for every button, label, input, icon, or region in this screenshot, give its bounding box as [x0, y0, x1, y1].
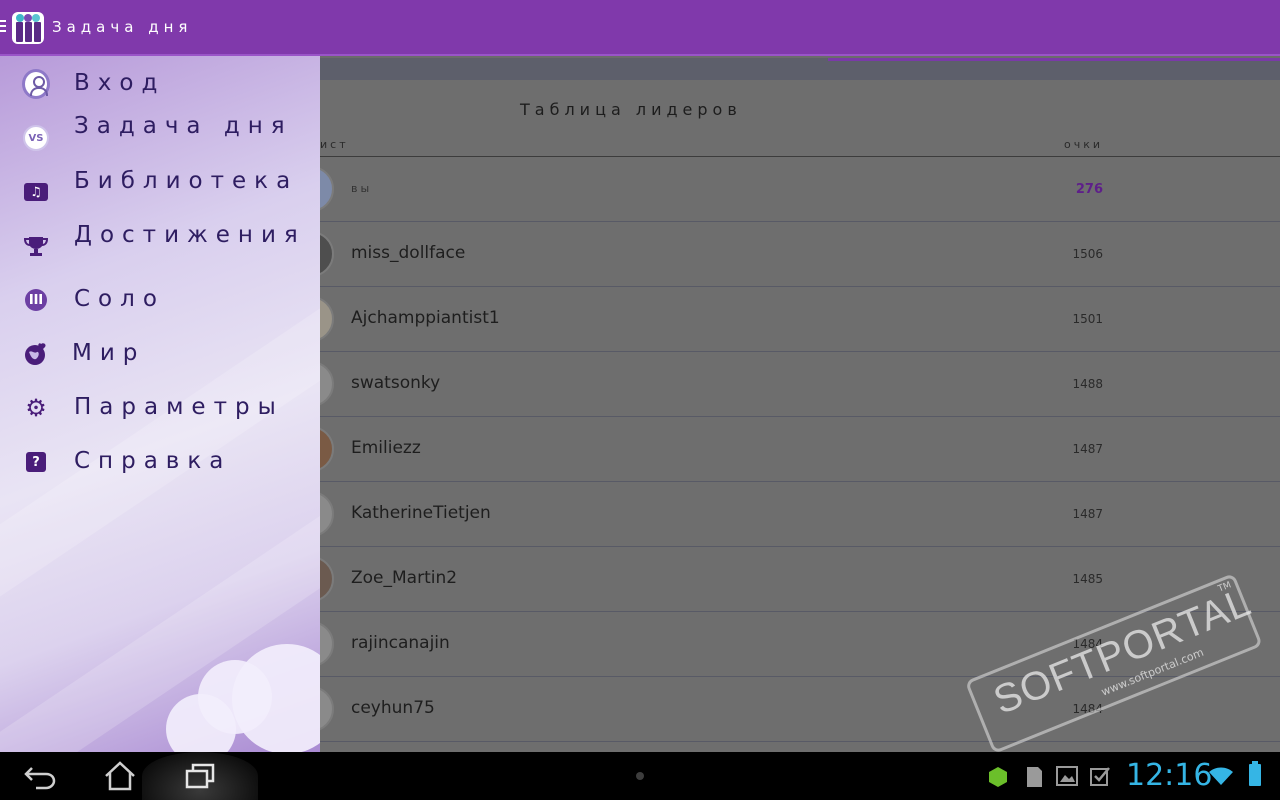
avatar — [320, 166, 334, 212]
leaderboard-list: вы 276 miss_dollface 1506 Ajchamppiantis… — [320, 157, 1280, 742]
column-header-player: ист — [320, 138, 349, 151]
help-icon: ? — [22, 448, 50, 476]
player-score: 1484 — [1072, 702, 1103, 716]
drawer-item-label: Достижения — [74, 222, 306, 248]
player-score: 1487 — [1072, 442, 1103, 456]
menu-icon[interactable] — [0, 20, 6, 34]
user-login-icon — [22, 69, 50, 99]
drawer-item-settings[interactable]: ⚙ Параметры — [0, 380, 320, 434]
leaderboard-row[interactable]: Emiliezz 1487 — [320, 417, 1280, 482]
globe-heart-icon — [22, 340, 50, 368]
piano-keys-icon — [22, 286, 50, 314]
player-score: 1487 — [1072, 507, 1103, 521]
page-indicator-dot — [636, 772, 644, 780]
leaderboard-row[interactable]: Ajchamppiantist1 1501 — [320, 287, 1280, 352]
player-name: ceyhun75 — [351, 698, 435, 718]
player-score: 1501 — [1072, 312, 1103, 326]
drawer-item-label: Библиотека — [74, 168, 299, 194]
drawer-item-label: Вход — [74, 70, 166, 96]
android-notification-icon[interactable] — [988, 766, 1008, 787]
player-name: Emiliezz — [351, 438, 421, 458]
avatar — [320, 296, 334, 342]
drawer-item-label: Справка — [74, 448, 232, 474]
screenshot-icon[interactable] — [1056, 766, 1078, 786]
leaderboard-row[interactable]: Zoe_Martin2 1485 — [320, 547, 1280, 612]
app-title: Задача дня — [52, 18, 193, 36]
music-library-icon: ♫ — [22, 178, 50, 206]
player-score: 1484 — [1072, 637, 1103, 651]
drawer-item-world[interactable]: Мир — [0, 326, 320, 380]
drawer-item-label: Задача дня — [74, 113, 293, 139]
back-icon[interactable] — [22, 760, 58, 792]
drawer-item-label: Параметры — [74, 394, 284, 420]
player-score: 1488 — [1072, 377, 1103, 391]
system-nav-bar: 12:16 — [0, 752, 1280, 800]
app-bar: Задача дня — [0, 0, 1280, 56]
drawer-item-challenge[interactable]: VS Задача дня — [0, 110, 320, 164]
player-name: swatsonky — [351, 373, 441, 393]
battery-icon — [1249, 761, 1261, 786]
player-name: rajincanajin — [351, 633, 450, 653]
player-score: 1506 — [1072, 247, 1103, 261]
app-logo-icon[interactable] — [12, 12, 44, 44]
leaderboard-row[interactable]: rajincanajin 1484 — [320, 612, 1280, 677]
player-score: 1485 — [1072, 572, 1103, 586]
avatar — [320, 491, 334, 537]
player-name: Ajchamppiantist1 — [351, 308, 500, 328]
avatar — [320, 556, 334, 602]
leaderboard-panel: Таблица лидеров ист очки вы 276 miss_dol… — [320, 58, 1280, 752]
leaderboard-row[interactable]: ceyhun75 1484 — [320, 677, 1280, 742]
player-name: KatherineTietjen — [351, 503, 491, 523]
avatar — [320, 621, 334, 667]
leaderboard-row-me[interactable]: вы 276 — [320, 157, 1280, 222]
drawer-item-label: Мир — [72, 340, 146, 366]
sd-card-icon[interactable] — [1024, 766, 1044, 787]
drawer-item-label: Соло — [74, 286, 165, 312]
tasks-check-icon[interactable] — [1090, 766, 1110, 786]
avatar — [320, 361, 334, 407]
trophy-icon — [22, 232, 50, 260]
drawer-item-library[interactable]: ♫ Библиотека — [0, 164, 320, 218]
leaderboard-row[interactable]: swatsonky 1488 — [320, 352, 1280, 417]
gear-icon: ⚙ — [25, 394, 47, 422]
drawer-item-solo[interactable]: Соло — [0, 272, 320, 326]
tab-strip[interactable] — [320, 58, 1280, 80]
recent-apps-icon[interactable] — [182, 760, 218, 792]
drawer-item-help[interactable]: ? Справка — [0, 434, 320, 488]
drawer-item-achievements[interactable]: Достижения — [0, 218, 320, 272]
leaderboard-row[interactable]: miss_dollface 1506 — [320, 222, 1280, 287]
tab-indicator — [828, 58, 1280, 61]
avatar — [320, 686, 334, 732]
home-icon[interactable] — [102, 760, 138, 792]
leaderboard-title: Таблица лидеров — [520, 100, 742, 119]
navigation-drawer: Вход VS Задача дня ♫ Библиотека Достижен… — [0, 56, 320, 752]
column-header-points: очки — [1064, 138, 1104, 151]
player-name: miss_dollface — [351, 243, 466, 263]
vs-icon: VS — [22, 124, 50, 152]
wifi-icon — [1208, 766, 1234, 786]
leaderboard-row[interactable]: KatherineTietjen 1487 — [320, 482, 1280, 547]
player-score: 276 — [1075, 182, 1103, 197]
avatar — [320, 426, 334, 472]
avatar — [320, 231, 334, 277]
player-name: вы — [351, 182, 373, 195]
player-name: Zoe_Martin2 — [351, 568, 458, 588]
drawer-item-login[interactable]: Вход — [0, 56, 320, 110]
status-clock: 12:16 — [1126, 758, 1213, 793]
